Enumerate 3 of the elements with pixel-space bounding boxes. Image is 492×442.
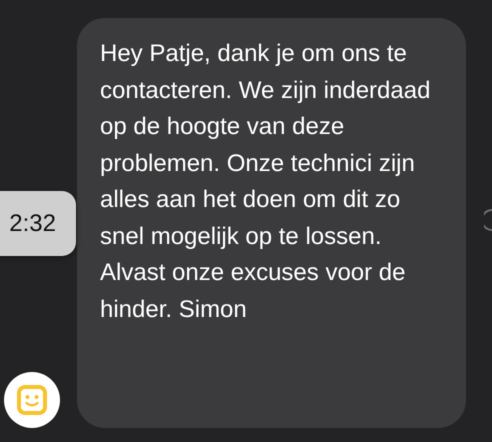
message-text: Hey Patje, dank je om ons te contacteren. We zijn inderdaad op de hoogte van deze problemen. Onze technici zijn alles aan het doen om dit zo snel mogelijk op te lossen. Alvast onze excuses voor de hinder. Simon — [100, 39, 432, 324]
timestamp-tooltip: 2:32 — [0, 191, 76, 256]
smiley-icon — [16, 384, 48, 416]
